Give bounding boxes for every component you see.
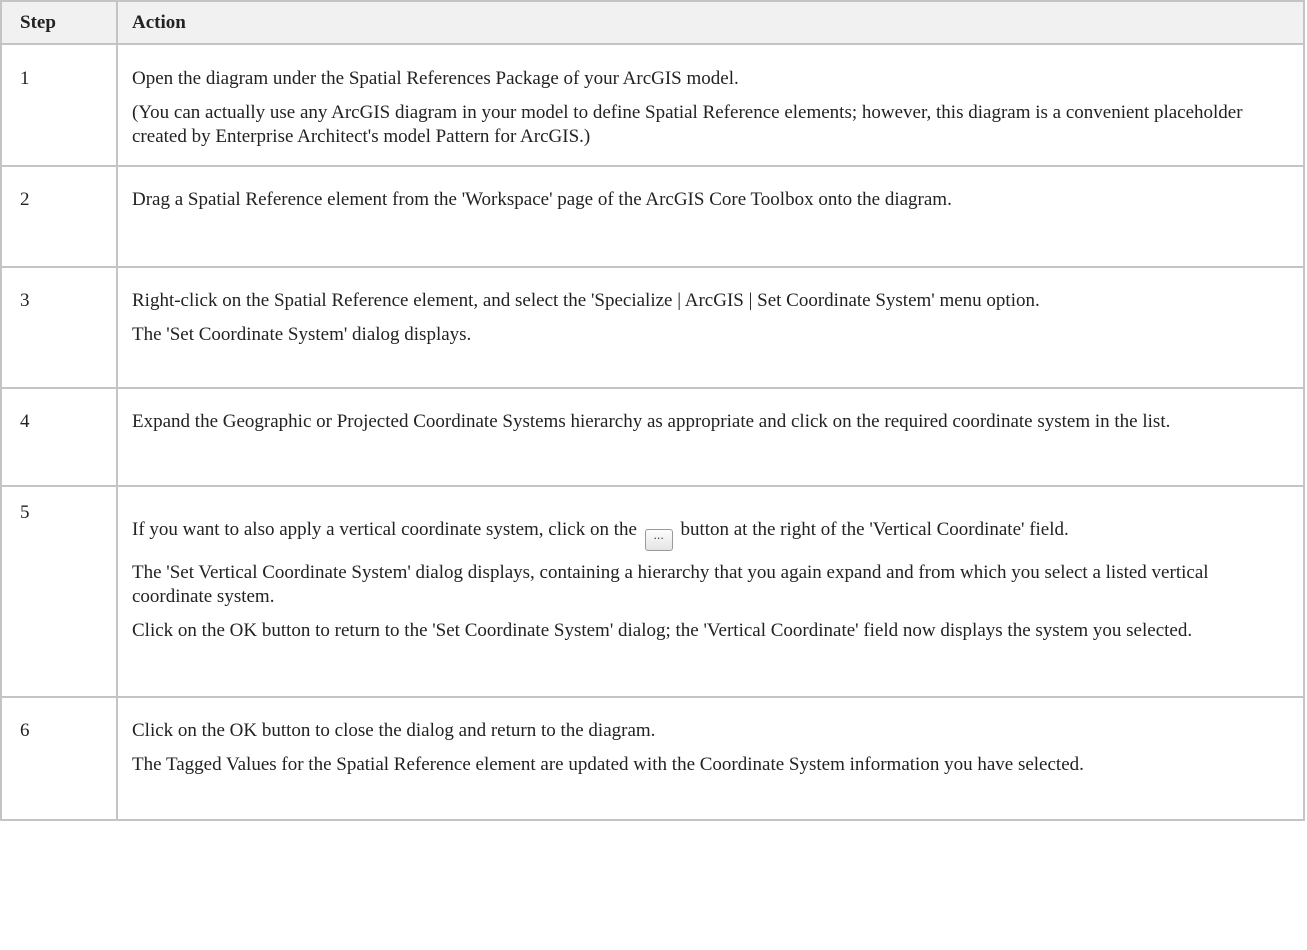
- table-row: 4 Expand the Geographic or Projected Coo…: [0, 387, 1305, 487]
- action-cell: If you want to also apply a vertical coo…: [116, 485, 1305, 698]
- action-cell: Right-click on the Spatial Reference ele…: [116, 266, 1305, 389]
- action-text: (You can actually use any ArcGIS diagram…: [132, 102, 1243, 147]
- step-number: 4: [0, 387, 118, 487]
- step-number: 1: [0, 43, 118, 167]
- table-header: Step Action: [0, 0, 1305, 45]
- table-row: 2 Drag a Spatial Reference element from …: [0, 165, 1305, 268]
- action-text-after-button: button at the right of the 'Vertical Coo…: [680, 519, 1069, 540]
- action-cell: Open the diagram under the Spatial Refer…: [116, 43, 1305, 167]
- action-text: Click on the OK button to close the dial…: [132, 720, 656, 741]
- action-text: The 'Set Coordinate System' dialog displ…: [132, 324, 472, 345]
- table-row: 1 Open the diagram under the Spatial Ref…: [0, 43, 1305, 167]
- action-text: The Tagged Values for the Spatial Refere…: [132, 754, 1084, 775]
- action-cell: Expand the Geographic or Projected Coord…: [116, 387, 1305, 487]
- action-text: Drag a Spatial Reference element from th…: [132, 189, 952, 210]
- action-text: Click on the OK button to return to the …: [132, 620, 1193, 641]
- action-text-before-button: If you want to also apply a vertical coo…: [132, 519, 637, 540]
- step-number: 5: [0, 485, 118, 698]
- table-row: 5 If you want to also apply a vertical c…: [0, 485, 1305, 698]
- step-number: 2: [0, 165, 118, 268]
- header-action: Action: [116, 0, 1305, 45]
- action-text: Open the diagram under the Spatial Refer…: [132, 68, 739, 89]
- action-text: Expand the Geographic or Projected Coord…: [132, 411, 1171, 432]
- action-text: The 'Set Vertical Coordinate System' dia…: [132, 562, 1209, 607]
- table-row: 3 Right-click on the Spatial Reference e…: [0, 266, 1305, 389]
- ellipsis-button[interactable]: ...: [644, 529, 673, 551]
- action-cell: Drag a Spatial Reference element from th…: [116, 165, 1305, 268]
- steps-table: Step Action 1 Open the diagram under the…: [0, 0, 1305, 821]
- action-text: If you want to also apply a vertical coo…: [132, 518, 1289, 551]
- header-row: Step Action: [0, 0, 1305, 45]
- action-cell: Click on the OK button to close the dial…: [116, 696, 1305, 821]
- action-text: Right-click on the Spatial Reference ele…: [132, 290, 1040, 311]
- step-number: 6: [0, 696, 118, 821]
- header-step: Step: [0, 0, 118, 45]
- table-row: 6 Click on the OK button to close the di…: [0, 696, 1305, 821]
- step-number: 3: [0, 266, 118, 389]
